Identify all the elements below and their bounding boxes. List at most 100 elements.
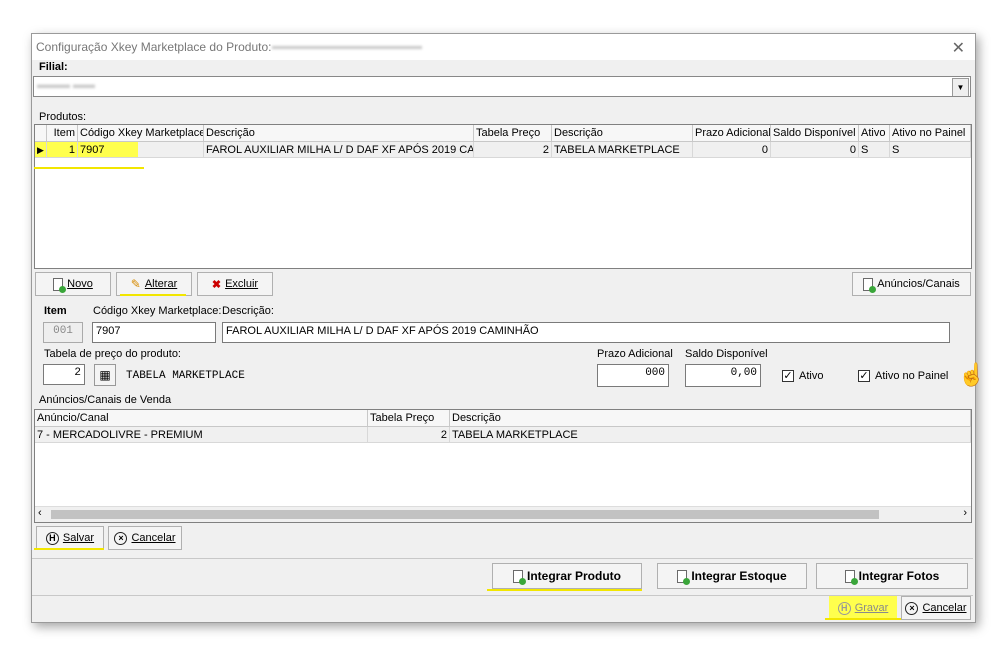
cell-ativo[interactable]: S	[859, 142, 890, 158]
filial-label: Filial:	[39, 61, 68, 73]
tabela-desc: TABELA MARKETPLACE	[126, 370, 245, 382]
novo-label: Novo	[67, 278, 93, 290]
tabela-field[interactable]: 2	[43, 364, 85, 385]
cell-saldo[interactable]: 0	[771, 142, 859, 158]
col-descricao-tabela[interactable]: Descrição	[552, 125, 693, 142]
excluir-label: Excluir	[225, 278, 259, 290]
cancelar-button[interactable]: × Cancelar	[108, 526, 182, 550]
scroll-left-icon[interactable]: ‹	[38, 507, 42, 519]
integrar-produto-button[interactable]: Integrar Produto	[492, 563, 642, 589]
row-indicator-header	[35, 125, 47, 142]
integrar-fotos-button[interactable]: Integrar Fotos	[816, 563, 968, 589]
cell-canal-descricao[interactable]: TABELA MARKETPLACE	[450, 427, 971, 443]
salvar-label: Salvar	[62, 532, 95, 544]
col-codigo[interactable]: Código Xkey Marketplace	[78, 125, 204, 142]
integrar-estoque-label: Integrar Estoque	[691, 569, 787, 583]
horizontal-scrollbar[interactable]: ‹ ›	[35, 506, 971, 522]
integrar-produto-label: Integrar Produto	[526, 569, 621, 583]
col-tabela-preco[interactable]: Tabela Preço	[474, 125, 552, 142]
footer-cancelar-label: Cancelar	[922, 602, 967, 614]
close-icon[interactable]: ✕	[952, 38, 965, 58]
edit-icon: ✎	[130, 277, 141, 291]
cell-descricao[interactable]: FAROL AUXILIAR MILHA L/ D DAF XF APÓS 20…	[204, 142, 474, 158]
dropdown-arrow-icon[interactable]: ▼	[952, 78, 969, 96]
saldo-field[interactable]: 0,00	[685, 364, 761, 387]
ativo-painel-label: Ativo no Painel	[875, 370, 949, 382]
highlight-underline	[34, 167, 144, 169]
saldo-label: Saldo Disponível	[685, 348, 768, 360]
col-anuncio-canal[interactable]: Anúncio/Canal	[35, 410, 368, 427]
novo-button[interactable]: Novo	[35, 272, 111, 296]
blurred-filial-value: ▬▬▬ ▬▬	[37, 79, 96, 91]
col-anuncio-tabela[interactable]: Tabela Preço	[368, 410, 450, 427]
integrar-estoque-button[interactable]: Integrar Estoque	[657, 563, 807, 589]
filial-select[interactable]: ▬▬▬ ▬▬ ▼	[33, 76, 971, 97]
cell-prazo[interactable]: 0	[693, 142, 771, 158]
salvar-button[interactable]: H Salvar	[36, 526, 104, 550]
anuncios-label: Anúncios/Canais	[877, 278, 960, 290]
prazo-label: Prazo Adicional	[597, 348, 673, 360]
highlight-underline	[825, 618, 905, 620]
col-item[interactable]: Item	[47, 125, 78, 142]
highlight-underline	[34, 548, 104, 550]
window-title: Configuração Xkey Marketplace do Produto…	[36, 40, 272, 54]
cell-tabela[interactable]: 2	[474, 142, 552, 158]
alterar-button[interactable]: ✎ Alterar	[116, 272, 192, 296]
descricao-field[interactable]: FAROL AUXILIAR MILHA L/ D DAF XF APÓS 20…	[222, 322, 950, 343]
scroll-thumb[interactable]	[51, 510, 879, 519]
scroll-right-icon[interactable]: ›	[963, 507, 967, 519]
anuncios-grid[interactable]: Anúncio/Canal Tabela Preço Descrição 7 -…	[34, 409, 972, 523]
cell-codigo[interactable]: 7907	[78, 142, 138, 158]
col-descricao[interactable]: Descrição	[204, 125, 474, 142]
delete-icon: ✖	[211, 278, 222, 291]
produtos-grid[interactable]: Item Código Xkey Marketplace Descrição T…	[34, 124, 972, 269]
excluir-button[interactable]: ✖ Excluir	[197, 272, 273, 296]
blurred-product-name: ▬▬▬▬▬▬▬▬▬▬▬▬▬▬▬	[272, 41, 422, 52]
hand-cursor-icon: ☝	[958, 362, 986, 387]
col-prazo[interactable]: Prazo Adicional	[693, 125, 771, 142]
title-bar: Configuração Xkey Marketplace do Produto…	[32, 34, 975, 60]
anuncios-canais-button[interactable]: Anúncios/Canais	[852, 272, 971, 296]
highlight-underline	[487, 589, 642, 591]
highlight-underline	[120, 294, 186, 296]
codigo-field[interactable]: 7907	[92, 322, 216, 343]
gravar-button[interactable]: H Gravar	[829, 596, 897, 620]
integrate-product-icon	[512, 569, 526, 585]
codigo-label: Código Xkey Marketplace:	[93, 305, 222, 317]
ativo-painel-checkbox[interactable]: ✓	[858, 370, 870, 382]
footer-cancelar-button[interactable]: × Cancelar	[901, 596, 971, 620]
item-label: Item	[44, 305, 67, 317]
alterar-label: Alterar	[144, 278, 178, 290]
channels-icon	[863, 277, 877, 293]
cancel-icon: ×	[114, 531, 128, 545]
cell-codigo-fill	[138, 142, 204, 158]
col-saldo[interactable]: Saldo Disponível	[771, 125, 859, 142]
col-ativo-painel[interactable]: Ativo no Painel	[890, 125, 971, 142]
gravar-icon: H	[837, 601, 851, 615]
save-icon: H	[45, 531, 59, 545]
ativo-label: Ativo	[799, 370, 824, 382]
gravar-label: Gravar	[854, 602, 889, 614]
cell-canal[interactable]: 7 - MERCADOLIVRE - PREMIUM	[35, 427, 368, 443]
produtos-label: Produtos:	[39, 111, 87, 123]
row-pointer-icon: ▶	[35, 142, 47, 158]
col-ativo[interactable]: Ativo	[859, 125, 890, 142]
descricao-label: Descrição:	[222, 305, 274, 317]
integrar-fotos-label: Integrar Fotos	[858, 569, 940, 583]
cell-item[interactable]: 1	[47, 142, 78, 158]
cell-ativo-painel[interactable]: S	[890, 142, 971, 158]
integrate-stock-icon	[677, 569, 691, 585]
cell-desc-tabela[interactable]: TABELA MARKETPLACE	[552, 142, 693, 158]
ativo-checkbox[interactable]: ✓	[782, 370, 794, 382]
integrate-photos-icon	[844, 569, 858, 585]
tabela-label: Tabela de preço do produto:	[44, 348, 181, 360]
cancelar-label: Cancelar	[131, 532, 176, 544]
lookup-search-icon[interactable]: ▦	[94, 364, 116, 386]
item-field: 001	[43, 322, 83, 343]
cell-canal-tabela[interactable]: 2	[368, 427, 450, 443]
prazo-field[interactable]: 000	[597, 364, 669, 387]
footer-cancel-icon: ×	[905, 601, 919, 615]
col-anuncio-descricao[interactable]: Descrição	[450, 410, 971, 427]
config-dialog: Configuração Xkey Marketplace do Produto…	[31, 33, 976, 623]
new-doc-icon	[53, 277, 67, 293]
